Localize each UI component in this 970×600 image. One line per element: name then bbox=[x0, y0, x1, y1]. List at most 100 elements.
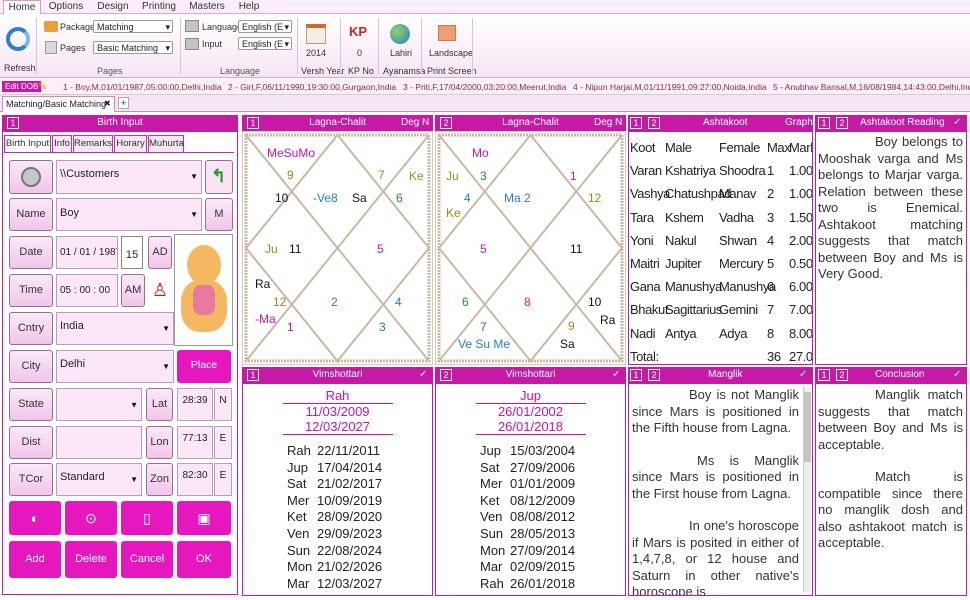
record-item[interactable]: 4 - Nipun Harjai,M,01/11/1991,09:27:00,N… bbox=[573, 82, 767, 92]
calendar-button[interactable]: 15 bbox=[121, 236, 143, 269]
ad-button[interactable]: AD bbox=[148, 236, 172, 269]
ok-button[interactable]: OK bbox=[177, 541, 231, 578]
package-select[interactable]: Matching bbox=[93, 20, 173, 33]
globe-icon: ◐ bbox=[30, 510, 40, 526]
chart-label: 6 bbox=[396, 191, 403, 205]
record-item[interactable]: 3 - Priti,F,17/04/2000,03:20:00,Meerut,I… bbox=[403, 82, 567, 92]
country-select[interactable]: India bbox=[56, 312, 174, 345]
n-toggle[interactable]: N bbox=[422, 115, 429, 131]
antardasha-row: Mar 12/03/2027 bbox=[287, 576, 382, 591]
customers-folder-button[interactable] bbox=[9, 160, 53, 194]
globe-icon[interactable] bbox=[390, 24, 410, 44]
check-icon[interactable]: ✓ bbox=[953, 115, 961, 131]
ashtakoot-header-cell: Koot bbox=[630, 140, 656, 155]
refresh-icon[interactable] bbox=[6, 27, 30, 51]
kp-icon[interactable]: KP bbox=[349, 24, 367, 39]
planet-name: Jup bbox=[287, 459, 308, 475]
city-select[interactable]: Delhi bbox=[56, 350, 174, 383]
zon-field[interactable]: 82:30 bbox=[177, 463, 213, 496]
record-item[interactable]: 2 - Girl,F,06/11/1990,19:30:00,Gurgaon,I… bbox=[228, 82, 396, 92]
n-toggle[interactable]: N bbox=[615, 115, 622, 131]
tab-info[interactable]: Info bbox=[52, 135, 72, 152]
zon-direction[interactable]: E bbox=[214, 463, 232, 496]
tcor-select[interactable]: Standard bbox=[56, 463, 142, 496]
record-item[interactable]: 1 - Boy,M,01/01/1987,05:00:00,Delhi,Indi… bbox=[63, 82, 222, 92]
globe-button[interactable]: ◐ bbox=[9, 501, 61, 535]
chart-label: MeSuMo bbox=[267, 146, 315, 160]
calendar-icon[interactable] bbox=[306, 24, 326, 44]
menu-printing[interactable]: Printing bbox=[138, 0, 180, 14]
edit-dob-button[interactable]: Edit DOB bbox=[2, 81, 42, 92]
scrollbar-thumb[interactable] bbox=[804, 392, 811, 462]
tab-muhurta[interactable]: Muhurta bbox=[148, 135, 184, 152]
up-folder-button[interactable]: ↰ bbox=[205, 160, 233, 194]
tab-birth-input[interactable]: Birth Input bbox=[4, 135, 51, 152]
place-finder-button[interactable]: Place Finder bbox=[177, 350, 231, 402]
ashtakoot-cell: Manushya bbox=[665, 279, 722, 295]
lat-direction[interactable]: N bbox=[214, 388, 232, 421]
antardasha-row: Mer 01/01/2009 bbox=[480, 476, 575, 491]
menu-home[interactable]: Home bbox=[3, 0, 41, 14]
deg-toggle[interactable]: Deg bbox=[594, 115, 612, 131]
dist-label: Dist bbox=[9, 426, 53, 459]
add-tab-button[interactable]: + bbox=[118, 97, 129, 109]
kp-label: KP No bbox=[348, 66, 374, 76]
deg-toggle[interactable]: Deg bbox=[401, 115, 419, 131]
menu-help[interactable]: Help bbox=[234, 0, 264, 14]
cancel-button[interactable]: Cancel bbox=[121, 541, 173, 578]
ashtakoot-cell: 27.00 bbox=[789, 348, 813, 364]
menu-options[interactable]: Options bbox=[46, 0, 86, 14]
chart-label: 10 bbox=[588, 295, 602, 309]
name-field[interactable]: Boy bbox=[56, 198, 202, 231]
dist-field[interactable] bbox=[56, 426, 142, 459]
delete-button[interactable]: Delete bbox=[65, 541, 117, 578]
vim1-panel: Rah 11/03/2009 12/03/2027 Rah 22/11/2011 J… bbox=[242, 383, 433, 596]
print-icon[interactable] bbox=[438, 25, 456, 41]
close-icon[interactable]: ✖ bbox=[104, 99, 111, 108]
chart-label: 7 bbox=[378, 168, 385, 182]
graph-button[interactable]: Graph bbox=[785, 115, 813, 131]
save-button[interactable]: ▣ bbox=[177, 501, 231, 535]
customers-path-field[interactable]: \\Customers bbox=[56, 160, 202, 194]
new-file-button[interactable]: ▯ bbox=[121, 501, 173, 535]
check-icon[interactable]: ✓ bbox=[799, 367, 807, 383]
tab-matching[interactable]: Matching/Basic Matching ✖ bbox=[2, 96, 115, 112]
check-icon[interactable]: ✓ bbox=[612, 367, 620, 383]
clock-button[interactable]: ⊙ bbox=[65, 501, 117, 535]
tab-horary[interactable]: Horary bbox=[114, 135, 147, 152]
language-select[interactable]: English (E bbox=[238, 20, 292, 33]
country-label: Cntry bbox=[9, 312, 53, 345]
lat-field[interactable]: 28:39 bbox=[177, 388, 213, 421]
input-select[interactable]: English (E bbox=[238, 37, 292, 50]
check-icon[interactable]: ✓ bbox=[419, 367, 427, 383]
time-field[interactable]: 05 : 00 : 00 bbox=[56, 274, 118, 307]
lon-direction[interactable]: E bbox=[214, 426, 232, 459]
add-button[interactable]: Add bbox=[9, 541, 61, 578]
state-select[interactable] bbox=[56, 388, 142, 421]
antardasha-row: Ket 08/12/2009 bbox=[480, 493, 575, 508]
dasha-end-date: 12/03/2027 bbox=[317, 575, 383, 591]
lon-field[interactable]: 77:13 bbox=[177, 426, 213, 459]
pages-label: Pages bbox=[60, 43, 86, 53]
menu-masters[interactable]: Masters bbox=[186, 0, 228, 14]
manglik-scrollbar[interactable] bbox=[803, 386, 811, 592]
pages-select[interactable]: Basic Matching bbox=[93, 41, 173, 54]
name-label: Name bbox=[9, 198, 53, 231]
date-field[interactable]: 01 / 01 / 1987 bbox=[56, 236, 118, 269]
records-bar: Edit DOB ✎ 1 - Boy,M,01/01/1987,05:00:00… bbox=[0, 79, 970, 95]
planet-name: Ket bbox=[287, 509, 307, 525]
record-item[interactable]: 5 - Anubhav Bansal,M,16/08/1984,14:43:00… bbox=[773, 82, 970, 92]
pencil-icon[interactable]: ✎ bbox=[38, 80, 47, 93]
gender-button[interactable]: M bbox=[205, 198, 233, 231]
dasha-end-date: 08/12/2009 bbox=[510, 492, 576, 508]
dasha-end-date: 29/09/2023 bbox=[317, 526, 383, 541]
am-button[interactable]: AM bbox=[121, 274, 145, 307]
person-icon[interactable]: ♙ bbox=[148, 274, 172, 307]
ayanamsa-label: Ayanamsa bbox=[383, 66, 426, 76]
tab-remarks[interactable]: Remarks bbox=[73, 135, 113, 152]
check-icon[interactable]: ✓ bbox=[953, 367, 961, 383]
year-label: Versh Year bbox=[301, 66, 345, 76]
menu-design[interactable]: Design bbox=[93, 0, 133, 14]
ashtakoot-cell: Antya bbox=[665, 325, 697, 341]
ashtakoot-header: 1 2 Ashtakoot Graph bbox=[628, 115, 813, 131]
